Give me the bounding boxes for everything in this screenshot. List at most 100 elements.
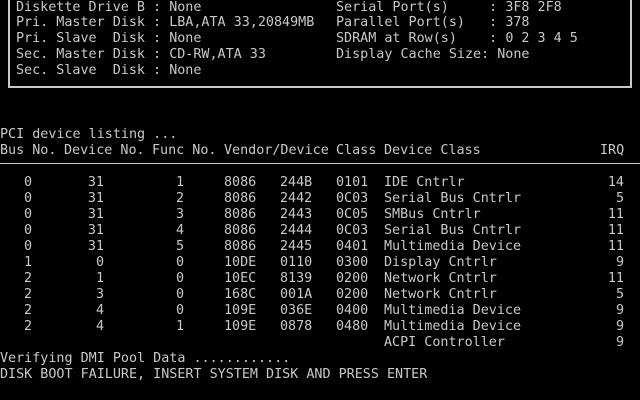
config-value: None [497, 47, 530, 62]
config-row: Pri. Slave Disk : None [16, 31, 202, 46]
cell-device-class: IDE Cntrlr [384, 175, 465, 190]
header-func: Func No. [152, 143, 217, 158]
cell-device-id: 036E [280, 303, 313, 318]
cell-class: 0200 [336, 287, 369, 302]
cell-class: 0C03 [336, 223, 369, 238]
cell-vendor: 109E [224, 303, 257, 318]
cell-vendor: 8086 [224, 207, 257, 222]
header-vendor-device: Vendor/Device [224, 143, 329, 158]
cell-device-class: Serial Bus Cntrlr [384, 223, 522, 238]
header-class: Class [336, 143, 377, 158]
cell-vendor: 109E [224, 319, 257, 334]
cell-device-id: 2444 [280, 223, 313, 238]
cell-bus: 0 [23, 207, 32, 222]
config-label: Pri. Master Disk [16, 15, 145, 30]
cell-irq: 5 [615, 287, 624, 302]
cell-func: 0 [175, 287, 184, 302]
cell-func: 1 [175, 319, 184, 334]
cell-irq: 9 [615, 303, 624, 318]
cell-bus: 1 [23, 255, 32, 270]
cell-class: 0C03 [336, 191, 369, 206]
config-value: LBA,ATA 33,20849MB [169, 15, 315, 30]
cell-device: 31 [87, 239, 104, 254]
cell-device: 4 [95, 319, 104, 334]
header-device: Device No. [64, 143, 145, 158]
cell-vendor: 8086 [224, 175, 257, 190]
cell-irq: 9 [615, 319, 624, 334]
cell-class: 0200 [336, 271, 369, 286]
cell-irq: 11 [607, 223, 624, 238]
config-value: 3F8 2F8 [505, 0, 562, 15]
cell-func: 3 [175, 207, 184, 222]
cell-device-class: Display Cntrlr [384, 255, 497, 270]
cell-bus: 0 [23, 191, 32, 206]
config-box-right-border [630, 0, 632, 88]
config-value: 0 2 3 4 5 [505, 31, 578, 46]
cell-device: 4 [95, 303, 104, 318]
cell-bus: 0 [23, 239, 32, 254]
config-value: None [169, 63, 202, 78]
cell-func: 4 [175, 223, 184, 238]
config-row: Diskette Drive B : None [16, 0, 202, 15]
cell-vendor: 10DE [224, 255, 257, 270]
cell-device: 31 [87, 223, 104, 238]
cell-device-id: 8139 [280, 271, 313, 286]
config-label: Serial Port(s) [336, 0, 482, 15]
cell-device: 3 [95, 287, 104, 302]
config-label: Display Cache Size [336, 47, 482, 62]
cell-device-class: ACPI Controller [384, 335, 505, 350]
cell-vendor: 168C [224, 287, 257, 302]
cell-device-id: 2442 [280, 191, 313, 206]
header-divider [0, 163, 640, 164]
cell-device-class: Serial Bus Cntrlr [384, 191, 522, 206]
cell-irq: 9 [615, 255, 624, 270]
cell-device: 1 [95, 271, 104, 286]
cell-bus: 0 [23, 223, 32, 238]
cell-func: 1 [175, 175, 184, 190]
cell-device: 31 [87, 191, 104, 206]
config-label: SDRAM at Row(s) [336, 31, 482, 46]
cell-device: 31 [87, 207, 104, 222]
cell-vendor: 8086 [224, 223, 257, 238]
dmi-verify-message: Verifying DMI Pool Data ............ [0, 351, 291, 366]
config-row: Display Cache Size: None [336, 47, 530, 62]
cell-class: 0480 [336, 319, 369, 334]
header-device-class: Device Class [384, 143, 481, 158]
cell-func: 0 [175, 303, 184, 318]
config-label: Sec. Slave Disk [16, 63, 145, 78]
config-value: 378 [505, 15, 530, 30]
cell-device-id: 2443 [280, 207, 313, 222]
cell-bus: 2 [23, 271, 32, 286]
cell-irq: 9 [615, 335, 624, 350]
config-label: Parallel Port(s) [336, 15, 482, 30]
cell-device-class: Network Cntrlr [384, 287, 497, 302]
cell-class: 0400 [336, 303, 369, 318]
cell-device-id: 0878 [280, 319, 313, 334]
cell-irq: 14 [607, 175, 624, 190]
cell-device-class: Network Cntrlr [384, 271, 497, 286]
cell-func: 2 [175, 191, 184, 206]
config-row: Serial Port(s) : 3F8 2F8 [336, 0, 562, 15]
config-label: Pri. Slave Disk [16, 31, 145, 46]
cell-bus: 0 [23, 175, 32, 190]
config-row: Sec. Slave Disk : None [16, 63, 202, 78]
config-row: SDRAM at Row(s) : 0 2 3 4 5 [336, 31, 578, 46]
cell-device-id: 0110 [280, 255, 313, 270]
cell-device-class: SMBus Cntrlr [384, 207, 481, 222]
cell-bus: 2 [23, 287, 32, 302]
cell-irq: 5 [615, 191, 624, 206]
config-row: Pri. Master Disk : LBA,ATA 33,20849MB [16, 15, 315, 30]
cell-func: 5 [175, 239, 184, 254]
cell-vendor: 8086 [224, 239, 257, 254]
cell-device-id: 244B [280, 175, 313, 190]
cell-device: 0 [95, 255, 104, 270]
cell-device-class: Multimedia Device [384, 303, 522, 318]
boot-failure-message: DISK BOOT FAILURE, INSERT SYSTEM DISK AN… [0, 367, 428, 382]
cell-class: 0300 [336, 255, 369, 270]
config-value: CD-RW,ATA 33 [169, 47, 266, 62]
cell-irq: 11 [607, 239, 624, 254]
cell-vendor: 10EC [224, 271, 257, 286]
cell-device-id: 2445 [280, 239, 313, 254]
cell-irq: 11 [607, 207, 624, 222]
cell-func: 0 [175, 255, 184, 270]
